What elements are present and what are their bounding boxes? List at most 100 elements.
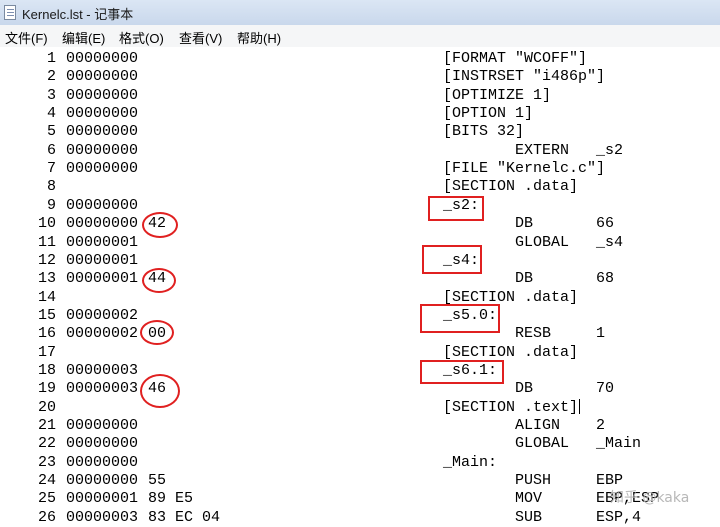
listing-line: 4 00000000 [OPTION 1]	[0, 105, 720, 123]
address: 00000003	[66, 380, 139, 398]
text-cursor	[579, 399, 581, 415]
listing-line: 2 00000000 [INSTRSET "i486p"]	[0, 68, 720, 86]
menu-file[interactable]: 文件(F)	[5, 28, 48, 47]
annotation-circle	[140, 320, 174, 345]
menu-help[interactable]: 帮助(H)	[237, 28, 281, 47]
listing-line: 7 00000000 [FILE "Kernelc.c"]	[0, 160, 720, 178]
annotation-circle	[142, 268, 176, 293]
listing-line: 19 00000003 46 DB 70	[0, 380, 720, 398]
source-code: SUB ESP,4	[515, 508, 642, 526]
address: 00000002	[66, 306, 139, 324]
listing-line: 1 00000000 [FORMAT "WCOFF"]	[0, 50, 720, 68]
machine-code: 55	[148, 472, 167, 490]
address: 00000000	[66, 417, 139, 434]
line-number: 20	[37, 398, 56, 416]
line-number: 11	[37, 233, 56, 251]
annotation-box	[422, 245, 482, 274]
line-number: 12	[37, 251, 56, 269]
source-code: RESB 1	[515, 325, 606, 343]
annotation-box	[428, 196, 484, 221]
menu-format[interactable]: 格式(O)	[119, 28, 164, 47]
source-code: PUSH EBP	[515, 472, 624, 490]
listing-line: 11 00000001 GLOBAL _s4	[0, 234, 720, 252]
line-number: 3	[46, 86, 56, 104]
listing-line: 9 00000000 _s2:	[0, 197, 720, 215]
address: 00000000	[66, 160, 139, 178]
line-number: 21	[37, 417, 56, 434]
watermark: 知乎 @kaka	[610, 490, 690, 506]
text-editor-area[interactable]: 1 00000000 [FORMAT "WCOFF"] 2 00000000 [INSTR…	[0, 47, 720, 527]
source-code: DB 70	[515, 380, 615, 398]
menu-view[interactable]: 查看(V)	[179, 28, 222, 47]
address: 00000000	[66, 123, 139, 141]
machine-code: 83 EC 04	[148, 508, 221, 526]
source-code: [OPTION 1]	[443, 105, 534, 123]
source-code: ALIGN 2	[515, 417, 606, 434]
source-code: [FORMAT "WCOFF"]	[443, 50, 588, 67]
annotation-circle	[142, 212, 178, 238]
listing-line: 8 [SECTION .data]	[0, 178, 720, 196]
line-number: 15	[37, 306, 56, 324]
listing-line: 6 00000000 EXTERN _s2	[0, 142, 720, 160]
line-number: 9	[46, 196, 56, 214]
line-number: 23	[37, 453, 56, 471]
address: 00000001	[66, 490, 139, 508]
source-code: _Main:	[443, 453, 498, 471]
source-code: DB 66	[515, 215, 615, 233]
line-number: 18	[37, 361, 56, 379]
address: 00000000	[66, 472, 139, 490]
line-number: 4	[46, 105, 56, 123]
line-number: 6	[46, 141, 56, 159]
address: 00000000	[66, 86, 139, 104]
address: 00000001	[66, 251, 139, 269]
source-code: DB 68	[515, 270, 615, 288]
listing-line: 20 [SECTION .text]	[0, 399, 720, 417]
line-number: 10	[37, 215, 56, 233]
address: 00000001	[66, 270, 139, 288]
menu-bar: 文件(F) 编辑(E) 格式(O) 查看(V) 帮助(H)	[0, 25, 720, 48]
listing-line: 14 [SECTION .data]	[0, 289, 720, 307]
source-code: [FILE "Kernelc.c"]	[443, 160, 606, 178]
address: 00000001	[66, 233, 139, 251]
line-number: 22	[37, 435, 56, 453]
listing-line: 16 00000002 00 RESB 1	[0, 325, 720, 343]
listing-line: 13 00000001 44 DB 68	[0, 270, 720, 288]
address: 00000000	[66, 196, 139, 214]
address: 00000000	[66, 105, 139, 123]
address: 00000002	[66, 325, 139, 343]
listing-line: 22 00000000 GLOBAL _Main	[0, 435, 720, 453]
line-number: 17	[37, 343, 56, 361]
address: 00000000	[66, 215, 139, 233]
line-number: 25	[37, 490, 56, 508]
source-code: [OPTIMIZE 1]	[443, 86, 552, 104]
source-code: [BITS 32]	[443, 123, 525, 141]
source-code: GLOBAL _s4	[515, 233, 624, 251]
listing-line: 23 00000000 _Main:	[0, 454, 720, 472]
line-number: 26	[37, 508, 56, 526]
address: 00000000	[66, 435, 139, 453]
listing-line: 17 [SECTION .data]	[0, 344, 720, 362]
line-number: 7	[46, 160, 56, 178]
address: 00000000	[66, 141, 139, 159]
listing-line: 12 00000001 _s4:	[0, 252, 720, 270]
listing-line: 10 00000000 42 DB 66	[0, 215, 720, 233]
line-number: 14	[37, 288, 56, 306]
line-number: 5	[46, 123, 56, 141]
machine-code: 89 E5	[148, 490, 194, 508]
listing-line: 21 00000000 ALIGN 2	[0, 417, 720, 435]
listing-line: 26 00000003 83 EC 04 SUB ESP,4	[0, 509, 720, 527]
line-number: 2	[46, 68, 56, 86]
listing-line: 3 00000000 [OPTIMIZE 1]	[0, 87, 720, 105]
annotation-box	[420, 304, 500, 333]
source-code: [SECTION .data]	[443, 178, 579, 196]
notepad-icon	[4, 5, 16, 20]
listing-line: 5 00000000 [BITS 32]	[0, 123, 720, 141]
menu-edit[interactable]: 编辑(E)	[62, 28, 105, 47]
line-number: 24	[37, 472, 56, 490]
source-code: GLOBAL _Main	[515, 435, 642, 453]
line-number: 19	[37, 380, 56, 398]
annotation-circle	[140, 374, 180, 408]
title-bar[interactable]: Kernelc.lst - 记事本	[0, 0, 720, 26]
listing-line: 15 00000002 _s5.0:	[0, 307, 720, 325]
listing-line: 18 00000003 _s6.1:	[0, 362, 720, 380]
